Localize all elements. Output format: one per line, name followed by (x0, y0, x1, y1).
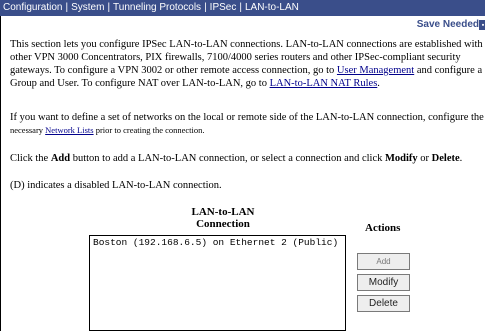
intro-line: Group and User. To configure NAT over LA… (10, 78, 270, 89)
breadcrumb-separator: | (65, 2, 69, 13)
disabled-note: (D) indicates a disabled LAN-to-LAN conn… (10, 180, 222, 191)
instructions-paragraph: Click the Add button to add a LAN-to-LAN… (10, 152, 462, 165)
save-needed-link[interactable]: Save Needed (417, 19, 479, 30)
instructions-delete-word: Delete (431, 153, 460, 164)
breadcrumb-separator: | (239, 2, 242, 13)
intro-line: other VPN 3000 Concentrators, PIX firewa… (10, 52, 461, 63)
modify-button[interactable]: Modify (357, 274, 410, 291)
user-management-link[interactable]: User Management (337, 65, 414, 76)
network-lists-link[interactable]: Network Lists (45, 125, 93, 135)
breadcrumb-ipsec[interactable]: IPSec (210, 2, 237, 13)
breadcrumb: Configuration | System | Tunneling Protocols… (0, 2, 299, 13)
heading-line: LAN-to-LAN (191, 206, 255, 218)
intro-line: and configure a (414, 65, 483, 76)
instructions-modify-word: Modify (385, 153, 418, 164)
delete-button[interactable]: Delete (357, 295, 410, 312)
connection-listbox[interactable]: Boston (192.168.6.5) on Ethernet 2 (Publ… (89, 235, 346, 331)
instructions-add-word: Add (50, 153, 71, 164)
intro-paragraph: This section lets you configure IPSec LA… (10, 38, 483, 90)
instructions-text: Click the (10, 153, 51, 164)
instructions-text: button to add a LAN-to-LAN connection, o… (70, 153, 385, 164)
connection-list-item[interactable]: Boston (192.168.6.5) on Ethernet 2 (Publ… (93, 237, 342, 249)
networks-small-pre: necessary (10, 125, 46, 135)
breadcrumb-system[interactable]: System (71, 2, 104, 13)
instructions-text: . (459, 153, 463, 164)
networks-small-text: necessary Network Lists prior to creatin… (10, 125, 205, 135)
add-button[interactable]: Add (357, 253, 410, 270)
breadcrumb-bar: Configuration | System | Tunneling Protocols… (0, 0, 485, 16)
networks-paragraph: If you want to define a set of networks … (10, 111, 484, 137)
nat-rules-link[interactable]: LAN-to-LAN NAT Rules (270, 78, 378, 89)
breadcrumb-separator: | (107, 2, 111, 13)
networks-small-post: prior to creating the connection. (93, 125, 205, 135)
intro-line: gateways. To configure a VPN 3002 or oth… (10, 65, 337, 76)
connection-list-heading: LAN-to-LAN Connection (168, 206, 278, 230)
actions-heading: Actions (365, 222, 401, 234)
heading-line: Connection (196, 218, 250, 230)
breadcrumb-lan-to-lan[interactable]: LAN-to-LAN (245, 2, 299, 13)
instructions-text: or (417, 153, 432, 164)
intro-line: . (377, 78, 380, 89)
breadcrumb-tunneling-protocols[interactable]: Tunneling Protocols (113, 2, 201, 13)
intro-line: This section lets you configure IPSec LA… (10, 39, 483, 50)
breadcrumb-configuration[interactable]: Configuration (3, 2, 62, 13)
breadcrumb-separator: | (204, 2, 207, 13)
save-needed-icon[interactable]: ▪ (479, 20, 485, 30)
networks-line: If you want to define a set of networks … (10, 112, 484, 123)
